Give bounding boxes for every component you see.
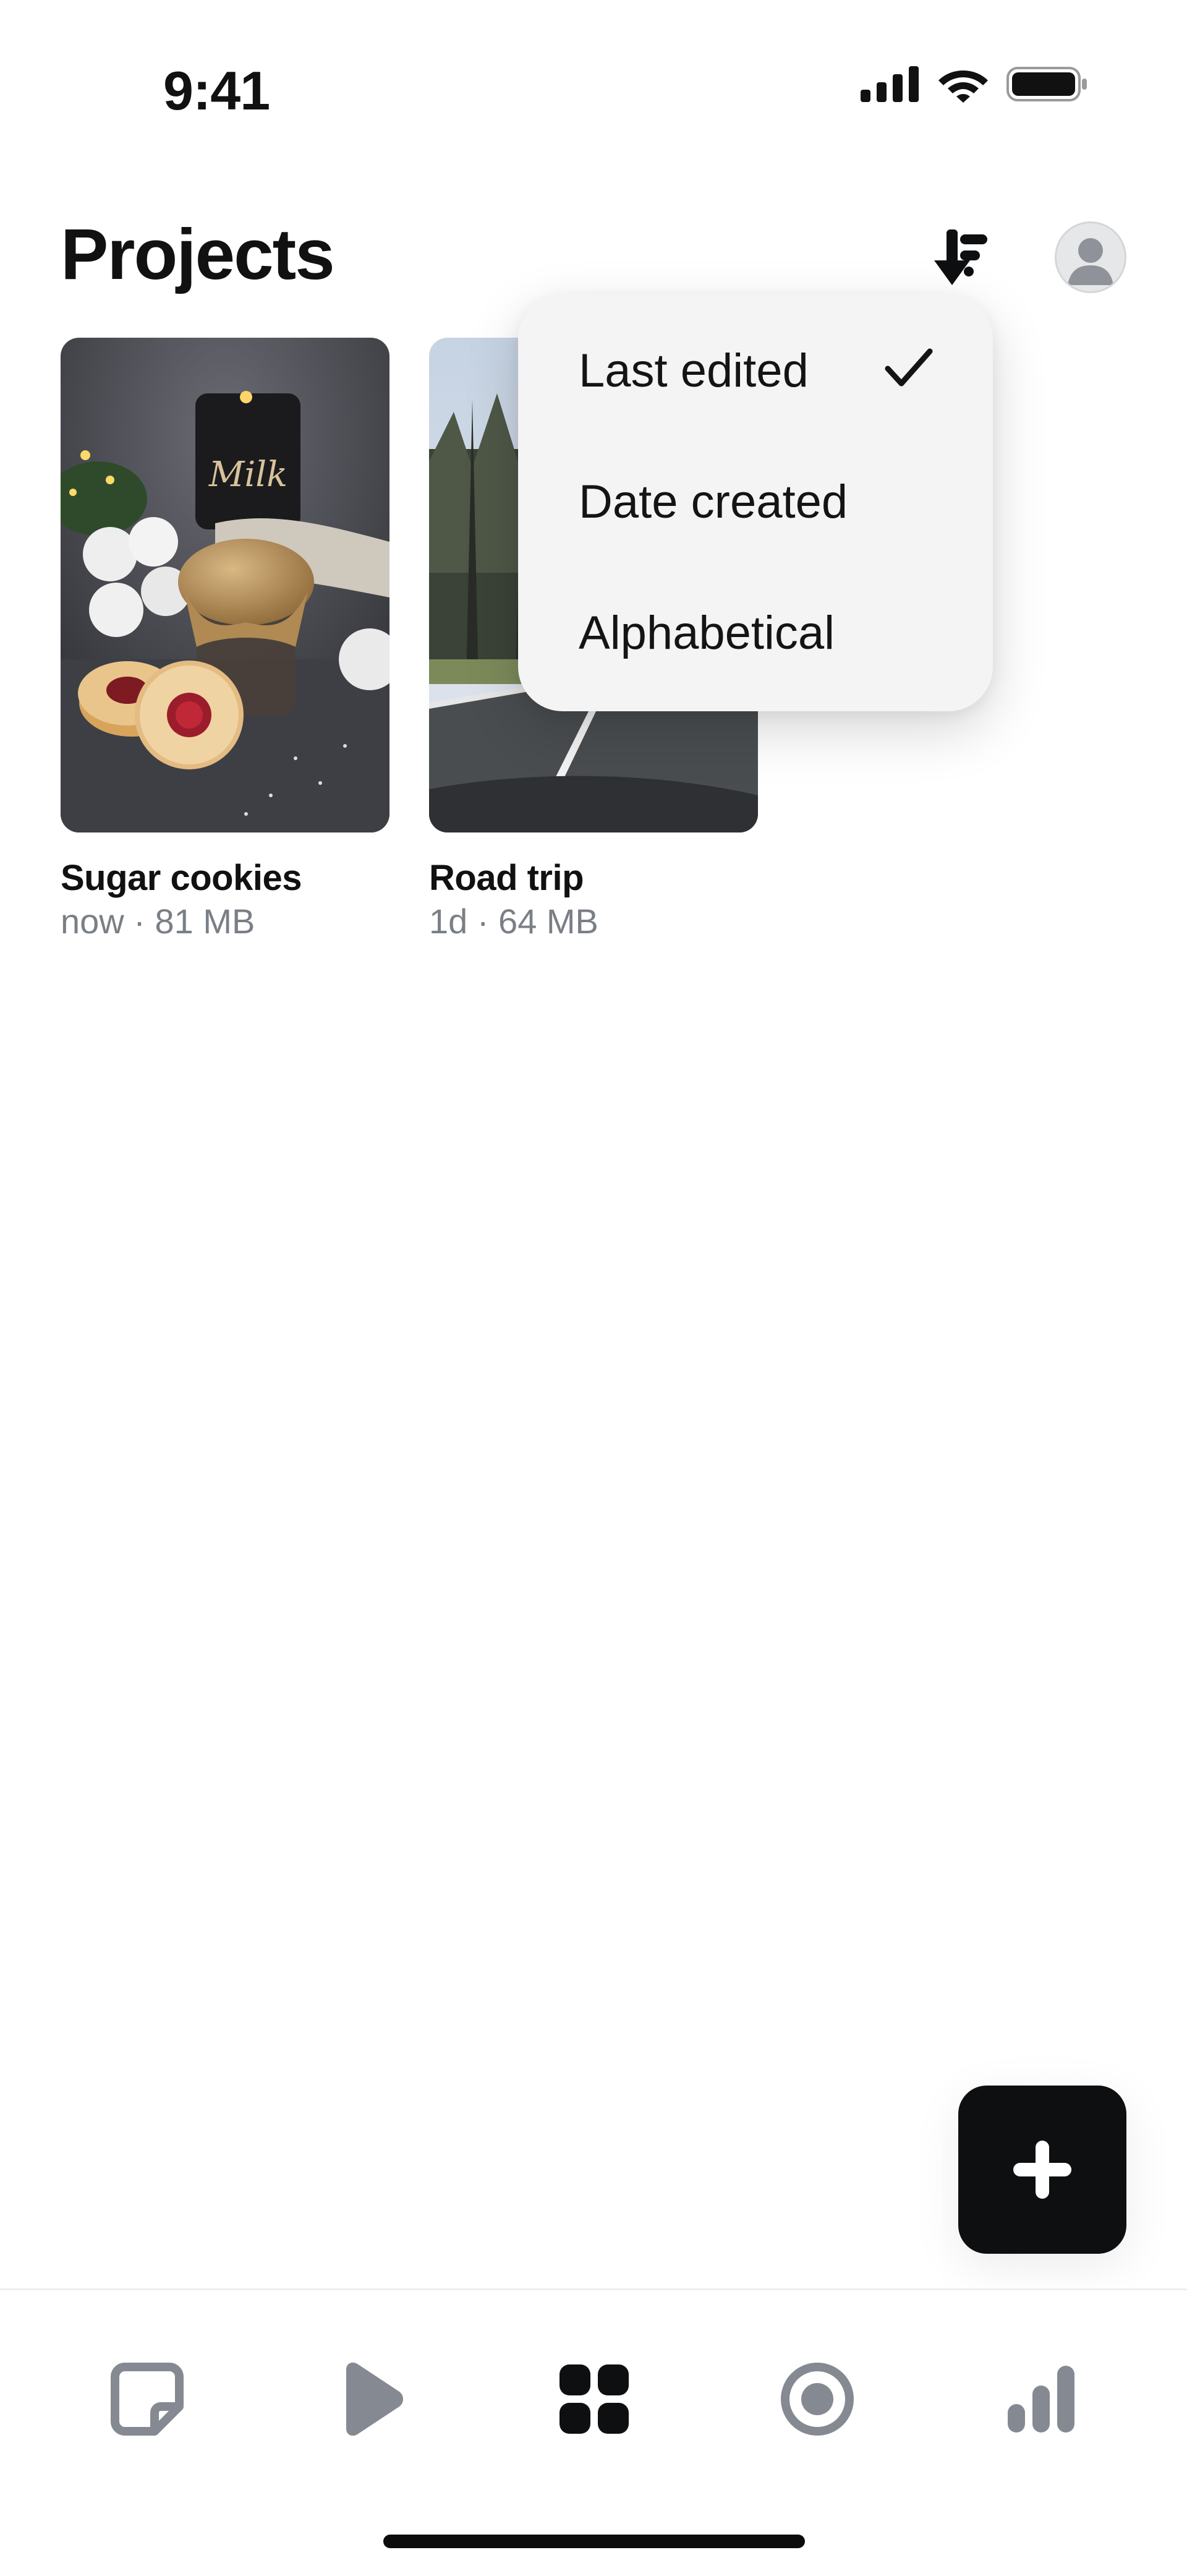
cellular-signal-icon xyxy=(861,66,919,102)
grid-icon xyxy=(559,2364,629,2434)
sort-option-date-created[interactable]: Date created xyxy=(579,475,848,529)
status-time: 9:41 xyxy=(163,60,270,121)
wifi-icon xyxy=(938,71,988,103)
tab-play[interactable] xyxy=(328,2356,414,2442)
status-icons xyxy=(861,66,1088,103)
sort-menu: Last edited Date created Alphabetical xyxy=(518,294,993,711)
checkmark-icon xyxy=(885,348,933,387)
record-icon xyxy=(781,2363,854,2436)
project-name: Sugar cookies xyxy=(61,858,302,898)
plus-icon xyxy=(1013,2141,1071,2199)
sort-button[interactable] xyxy=(921,220,998,297)
tab-bar xyxy=(0,2288,1187,2576)
tab-stickers[interactable] xyxy=(104,2356,190,2442)
project-thumbnail: Milk xyxy=(61,338,389,832)
add-project-button[interactable] xyxy=(958,2086,1126,2254)
tab-projects[interactable] xyxy=(551,2356,637,2442)
sort-option-last-edited[interactable]: Last edited xyxy=(579,344,809,398)
sort-icon xyxy=(934,229,987,285)
tab-record[interactable] xyxy=(774,2356,861,2442)
sticker-icon xyxy=(111,2363,184,2436)
project-meta: now · 81 MB xyxy=(61,902,255,941)
sort-option-alphabetical[interactable]: Alphabetical xyxy=(579,606,835,660)
avatar[interactable] xyxy=(1055,221,1126,293)
project-card-sugar-cookies[interactable]: Milk Sugar cookies now · 81 MB xyxy=(61,338,389,941)
stats-icon xyxy=(1008,2366,1074,2433)
svg-text:Milk: Milk xyxy=(208,455,287,495)
tab-stats[interactable] xyxy=(998,2356,1084,2442)
play-icon xyxy=(346,2362,403,2436)
battery-icon xyxy=(1006,67,1087,101)
sugar-cookies-image: Milk xyxy=(61,338,389,832)
home-indicator xyxy=(383,2535,805,2548)
page-title: Projects xyxy=(61,214,335,294)
project-meta: 1d · 64 MB xyxy=(429,902,598,941)
person-icon xyxy=(1068,238,1113,285)
project-name: Road trip xyxy=(429,858,584,898)
